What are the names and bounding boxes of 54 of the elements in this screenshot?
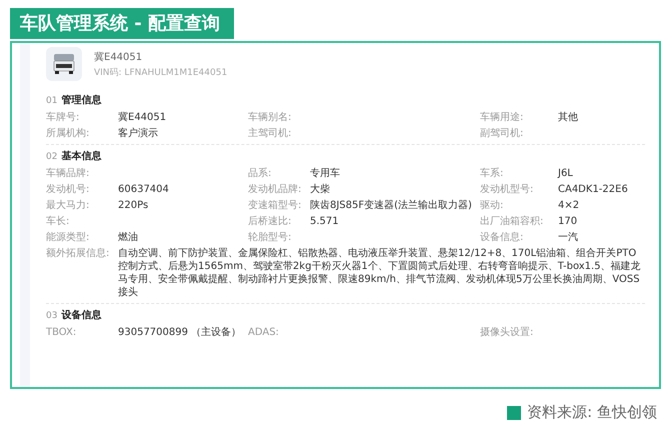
- section-title: 管理信息: [61, 94, 102, 107]
- section-number: 02: [46, 152, 58, 162]
- field-value: 专用车: [310, 167, 341, 180]
- field-label: 车长:: [46, 215, 70, 228]
- field-label: 出厂油箱容积:: [480, 215, 544, 228]
- field-label: 发动机型号:: [480, 183, 534, 196]
- field-value: 220Ps: [118, 199, 150, 212]
- field-value: 客户演示: [118, 127, 159, 140]
- field-label: 品系:: [248, 167, 272, 180]
- field-value: 170: [558, 215, 578, 228]
- field-value: 4×2: [558, 199, 580, 212]
- field-value: J6L: [558, 167, 574, 180]
- field-label: 车辆用途:: [480, 111, 524, 124]
- field-label: 变速箱型号:: [248, 199, 302, 212]
- field-label: 车辆别名:: [248, 111, 292, 124]
- field-label: 发动机品牌:: [248, 183, 302, 196]
- field-label: 后桥速比:: [248, 215, 292, 228]
- field-label: 副驾司机:: [480, 127, 524, 140]
- field-value: 陕齿8JS85F变速器(法兰输出取力器): [310, 199, 473, 212]
- field-label: 主驾司机:: [248, 127, 292, 140]
- field-label: 所属机构:: [46, 127, 90, 140]
- field-label: 车辆品牌:: [46, 167, 90, 180]
- field-value: 自动空调、前下防护装置、金属保险杠、铝散热器、电动液压举升装置、悬架12/12+8、170L铝油箱、组合开关PTO控制方式、后悬为1565mm、驾驶室带2kg干粉灭火器1个、下置圆筒式后处理、右转弯音响提示、T-box1.5、福建龙马专用、安全带佩戴提醒、制动蹄衬片更换报警、限速89km/h、排气节流阀、发动机体现5万公里长换油周期、VOSS接头: [118, 247, 642, 299]
- section-number: 01: [46, 96, 58, 106]
- field-label: TBOX:: [46, 326, 78, 339]
- section-number: 03: [46, 311, 58, 321]
- field-label: 车系:: [480, 167, 504, 180]
- field-label: 车牌号:: [46, 111, 80, 124]
- section-title: 基本信息: [61, 150, 102, 163]
- field-value: 燃油: [118, 231, 139, 244]
- field-value: 5.571: [310, 215, 340, 228]
- square-icon: [507, 406, 522, 420]
- field-label: 摄像头设置:: [480, 326, 534, 339]
- vin-text: VIN码: LFNAHULM1M1E44051: [94, 66, 228, 78]
- field-label: 最大马力:: [46, 199, 90, 212]
- field-value: 冀E44051: [118, 111, 168, 124]
- truck-icon: [46, 47, 82, 81]
- field-label: 轮胎型号:: [248, 231, 292, 244]
- field-value: 大柴: [310, 183, 331, 196]
- field-value: CA4DK1-22E6: [558, 183, 629, 196]
- field-label: ADAS:: [248, 326, 280, 339]
- field-value: 60637404: [118, 183, 170, 196]
- field-label: 额外拓展信息:: [46, 247, 110, 261]
- source-caption: 资料来源: 鱼快创领: [527, 403, 657, 422]
- field-label: 驱动:: [480, 199, 504, 212]
- field-label: 能源类型:: [46, 231, 90, 244]
- field-value: 其他: [558, 111, 579, 124]
- section-title: 设备信息: [61, 308, 102, 322]
- field-label: 发动机号:: [46, 183, 90, 196]
- field-value: 93057700899 （主设备）: [118, 326, 242, 339]
- plate-number: 冀E44051: [94, 50, 144, 64]
- field-value: 一汽: [558, 231, 579, 244]
- title-banner: 车队管理系统 - 配置查询: [10, 8, 234, 39]
- field-label: 设备信息:: [480, 231, 524, 244]
